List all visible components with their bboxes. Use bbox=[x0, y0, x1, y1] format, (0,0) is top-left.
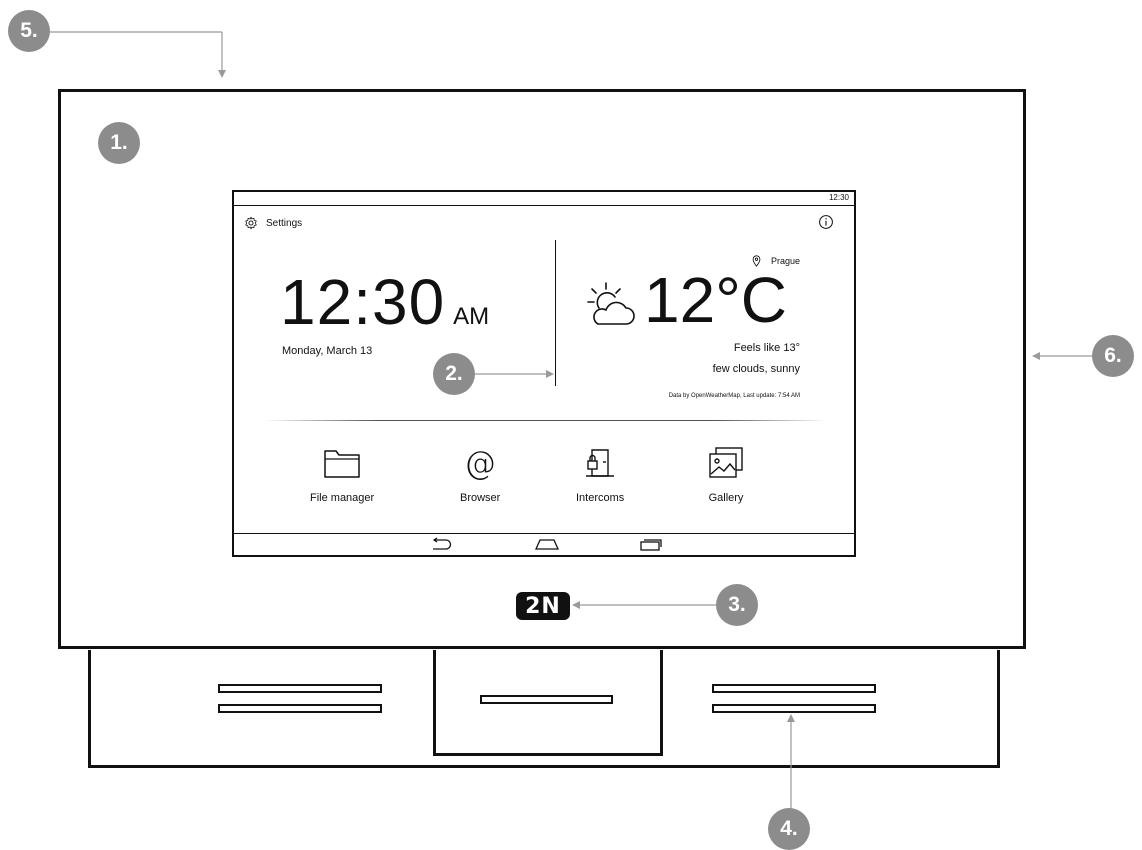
touch-screen: 12:30 Settings 12:30 AM Monday, March 13… bbox=[232, 190, 856, 557]
callout-3-label: 3. bbox=[728, 593, 746, 616]
app-file-manager[interactable]: File manager bbox=[310, 446, 374, 504]
clock-ampm: AM bbox=[453, 303, 490, 330]
back-icon bbox=[432, 537, 452, 550]
callout-5-label: 5. bbox=[20, 19, 38, 42]
app-label: Gallery bbox=[708, 492, 744, 504]
speaker-slot bbox=[712, 704, 876, 713]
door-lock-icon bbox=[586, 449, 615, 477]
callout-6: 6. bbox=[1092, 335, 1134, 377]
app-intercoms[interactable]: Intercoms bbox=[576, 446, 624, 504]
weather-description: few clouds, sunny bbox=[712, 363, 800, 375]
app-label: Intercoms bbox=[576, 492, 625, 504]
vertical-divider bbox=[555, 240, 556, 386]
app-label: Browser bbox=[460, 492, 501, 504]
info-icon bbox=[819, 215, 833, 229]
info-button[interactable] bbox=[818, 214, 834, 235]
speaker-slot bbox=[218, 684, 382, 693]
nav-home-button[interactable] bbox=[534, 537, 560, 556]
gallery-icon bbox=[709, 447, 743, 478]
weather-data-source: Data by OpenWeatherMap, Last update: 7:5… bbox=[668, 393, 800, 399]
status-time: 12:30 bbox=[828, 193, 849, 202]
horizontal-divider bbox=[264, 420, 828, 421]
app-browser[interactable]: @ Browser bbox=[460, 446, 500, 504]
callout-4: 4. bbox=[768, 808, 810, 850]
status-bar: 12:30 bbox=[234, 192, 854, 206]
recents-icon bbox=[640, 539, 662, 551]
nav-back-button[interactable] bbox=[429, 537, 453, 556]
home-icon bbox=[534, 539, 560, 550]
app-label: File manager bbox=[310, 492, 375, 504]
callout-6-label: 6. bbox=[1104, 344, 1122, 367]
speaker-slot bbox=[218, 704, 382, 713]
folder-icon bbox=[324, 450, 360, 478]
speaker-slot bbox=[480, 695, 613, 704]
speaker-slot bbox=[712, 684, 876, 693]
clock-date: Monday, March 13 bbox=[282, 345, 373, 357]
svg-text:@: @ bbox=[464, 446, 496, 480]
clock-time: 12:30 bbox=[280, 266, 446, 338]
nav-recents-button[interactable] bbox=[639, 537, 663, 556]
partly-cloudy-icon bbox=[586, 280, 638, 335]
callout-5: 5. bbox=[8, 10, 50, 52]
app-gallery[interactable]: Gallery bbox=[706, 446, 746, 504]
at-icon: @ bbox=[464, 446, 496, 480]
settings-label: Settings bbox=[266, 217, 303, 229]
settings-button[interactable]: Settings bbox=[244, 216, 302, 230]
temperature: 12°C bbox=[644, 264, 787, 336]
callout-2: 2. bbox=[433, 353, 475, 395]
callout-2-label: 2. bbox=[445, 362, 463, 385]
clock-widget: 12:30 AM bbox=[280, 270, 489, 334]
nav-bar bbox=[234, 533, 854, 555]
gear-icon bbox=[245, 216, 257, 230]
2n-logo: 2N bbox=[516, 592, 570, 620]
feels-like: Feels like 13° bbox=[733, 342, 800, 354]
callout-3: 3. bbox=[716, 584, 758, 626]
logo-text: 2N bbox=[525, 593, 561, 619]
callout-4-label: 4. bbox=[780, 817, 798, 840]
